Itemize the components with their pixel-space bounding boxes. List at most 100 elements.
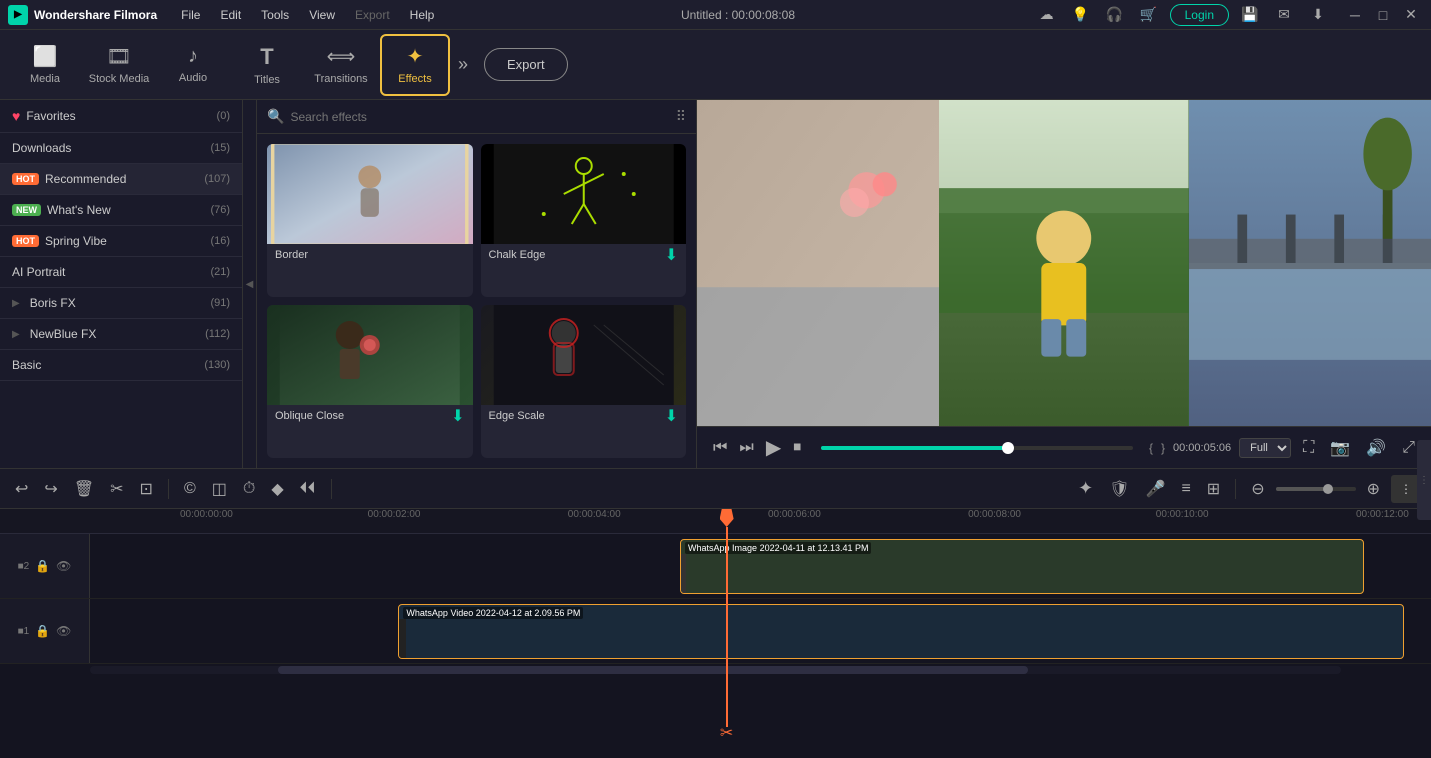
menu-help[interactable]: Help [402,4,443,26]
effect-card-chalk-edge[interactable]: Chalk Edge ⬇ [481,144,687,297]
menu-edit[interactable]: Edit [212,4,249,26]
skip-back-button[interactable]: ⏮ [709,437,731,459]
sidebar-item-whats-new[interactable]: NEW What's New (76) [0,195,242,226]
sidebar-item-downloads[interactable]: Downloads (15) [0,133,242,164]
snap-button[interactable]: ◫ [207,476,232,502]
effect-card-border[interactable]: Border [267,144,473,297]
audio-levels-button[interactable]: ⏴⏴ [295,477,321,501]
crop-button[interactable]: ⊡ [135,476,158,502]
headset-icon[interactable]: 🎧 [1102,2,1128,28]
border-label: Border [267,244,473,266]
mail-icon[interactable]: ✉ [1271,2,1297,28]
save-icon[interactable]: 💾 [1237,2,1263,28]
motion-icon[interactable]: ✦ [1073,475,1098,502]
search-input[interactable] [290,110,669,124]
zoom-out-button[interactable]: ⊖ [1246,476,1269,502]
bulb-icon[interactable]: 💡 [1068,2,1094,28]
scrollbar-thumb[interactable] [278,666,1029,674]
more-tools-button[interactable]: » [458,54,468,75]
timeline-scroll-handle[interactable]: ⋮ [1417,440,1431,520]
stop-button[interactable]: ⏹ [789,437,805,459]
keyframe-button[interactable]: ◆ [266,476,288,502]
newblue-fx-count: (112) [205,328,230,340]
prev-frame-button[interactable]: ⏭ [735,437,757,459]
subtitles-icon[interactable]: ≡ [1176,477,1195,501]
chalk-edge-download-icon[interactable]: ⬇ [665,245,678,265]
cloud-icon[interactable]: ☁ [1034,2,1060,28]
track-1-eye-icon[interactable]: 👁 [56,624,71,638]
audio-label: Audio [179,72,207,84]
cart-icon[interactable]: 🛒 [1136,2,1162,28]
sidebar-item-newblue-fx[interactable]: ▶ NewBlue FX (112) [0,319,242,350]
effects-tool[interactable]: ✦ Effects [380,34,450,96]
panel-collapse-button[interactable]: ◀ [243,100,257,468]
project-title: Untitled : 00:00:08:08 [446,8,1029,22]
progress-bar[interactable] [821,446,1133,450]
close-button[interactable]: ✕ [1399,3,1423,27]
delete-button[interactable]: 🗑 [69,476,99,502]
fullscreen-button[interactable]: ⛶ [1299,437,1318,459]
settings-button[interactable]: ⤢ [1398,437,1419,459]
copy-button[interactable]: © [179,477,201,501]
timer-button[interactable]: ⏱ [238,477,260,501]
track-1-body[interactable]: WhatsApp Video 2022-04-12 at 2.09.56 PM [90,599,1431,663]
sidebar-item-favorites[interactable]: ♥ Favorites (0) [0,100,242,133]
whats-new-label: What's New [47,203,111,217]
grid-view-icon[interactable]: ⠿ [676,108,686,125]
maximize-button[interactable]: □ [1371,3,1395,27]
clip-frame [685,554,686,593]
menu-export[interactable]: Export [347,4,398,26]
progress-fill [821,446,1008,450]
timeline-scrollbar[interactable] [0,664,1431,676]
cut-button[interactable]: ✂ [105,476,128,502]
mic-icon[interactable]: 🎤 [1141,476,1171,502]
edge-scale-download-icon[interactable]: ⬇ [665,406,678,426]
sidebar-item-ai-portrait[interactable]: AI Portrait (21) [0,257,242,288]
spring-vibe-label: Spring Vibe [45,234,107,248]
shield-icon[interactable]: 🛡 [1104,476,1134,502]
track-2-body[interactable]: WhatsApp Image 2022-04-11 at 12.13.41 PM [90,534,1431,598]
audio-tool[interactable]: ♪ Audio [158,34,228,96]
transitions-tool[interactable]: ⟺ Transitions [306,34,376,96]
track-1-clip[interactable]: WhatsApp Video 2022-04-12 at 2.09.56 PM [398,604,1404,659]
download-icon[interactable]: ⬇ [1305,2,1331,28]
zoom-in-button[interactable]: ⊕ [1362,476,1385,502]
track-2-eye-icon[interactable]: 👁 [56,559,71,573]
sidebar-item-basic[interactable]: Basic (130) [0,350,242,381]
favorites-label: Favorites [26,109,75,123]
export-button[interactable]: Export [484,48,568,81]
volume-button[interactable]: 🔊 [1362,436,1390,460]
menu-file[interactable]: File [173,4,208,26]
play-button[interactable]: ▶ [762,433,785,462]
titles-label: Titles [254,74,280,86]
zoom-slider[interactable] [1276,487,1356,491]
quality-select[interactable]: Full 1/2 1/4 [1239,438,1291,458]
media-tool[interactable]: ⬜ Media [10,34,80,96]
effect-card-oblique-close[interactable]: Oblique Close ⬇ [267,305,473,458]
menu-view[interactable]: View [301,4,343,26]
login-button[interactable]: Login [1170,4,1229,26]
track-1-number: ■1 [18,626,30,637]
effects-categories-panel: ♥ Favorites (0) Downloads (15) HOT Recom… [0,100,243,468]
snapshot-button[interactable]: 📷 [1326,436,1354,460]
titles-tool[interactable]: T Titles [232,34,302,96]
track-2: ■2 🔒 👁 WhatsApp Image 2022-04-11 at 12.1… [0,534,1431,599]
redo-button[interactable]: ↪ [39,476,62,502]
track-2-clip[interactable]: WhatsApp Image 2022-04-11 at 12.13.41 PM [680,539,1364,594]
sidebar-item-boris-fx[interactable]: ▶ Boris FX (91) [0,288,242,319]
stock-media-tool[interactable]: 🎞 Stock Media [84,34,154,96]
minimize-button[interactable]: ─ [1343,3,1367,27]
pip-icon[interactable]: ⊞ [1202,476,1225,502]
timeline-content: 00:00:00:00 00:00:02:00 00:00:04:00 00:0… [0,509,1431,758]
menu-tools[interactable]: Tools [253,4,297,26]
oblique-close-download-icon[interactable]: ⬇ [451,406,464,426]
sidebar-item-spring-vibe[interactable]: HOT Spring Vibe (16) [0,226,242,257]
preview-panel: ⏮ ⏭ ▶ ⏹ { } 00:00:05:06 Full 1/2 1/4 ⛶ 📷 [697,100,1431,468]
sidebar-item-recommended[interactable]: HOT Recommended (107) [0,164,242,195]
progress-thumb [1002,442,1014,454]
track-1-lock-icon[interactable]: 🔒 [35,624,50,638]
ruler-mark-8: 00:00:08:00 [968,509,1021,520]
effect-card-edge-scale[interactable]: Edge Scale ⬇ [481,305,687,458]
undo-button[interactable]: ↩ [10,476,33,502]
track-2-lock-icon[interactable]: 🔒 [35,559,50,573]
